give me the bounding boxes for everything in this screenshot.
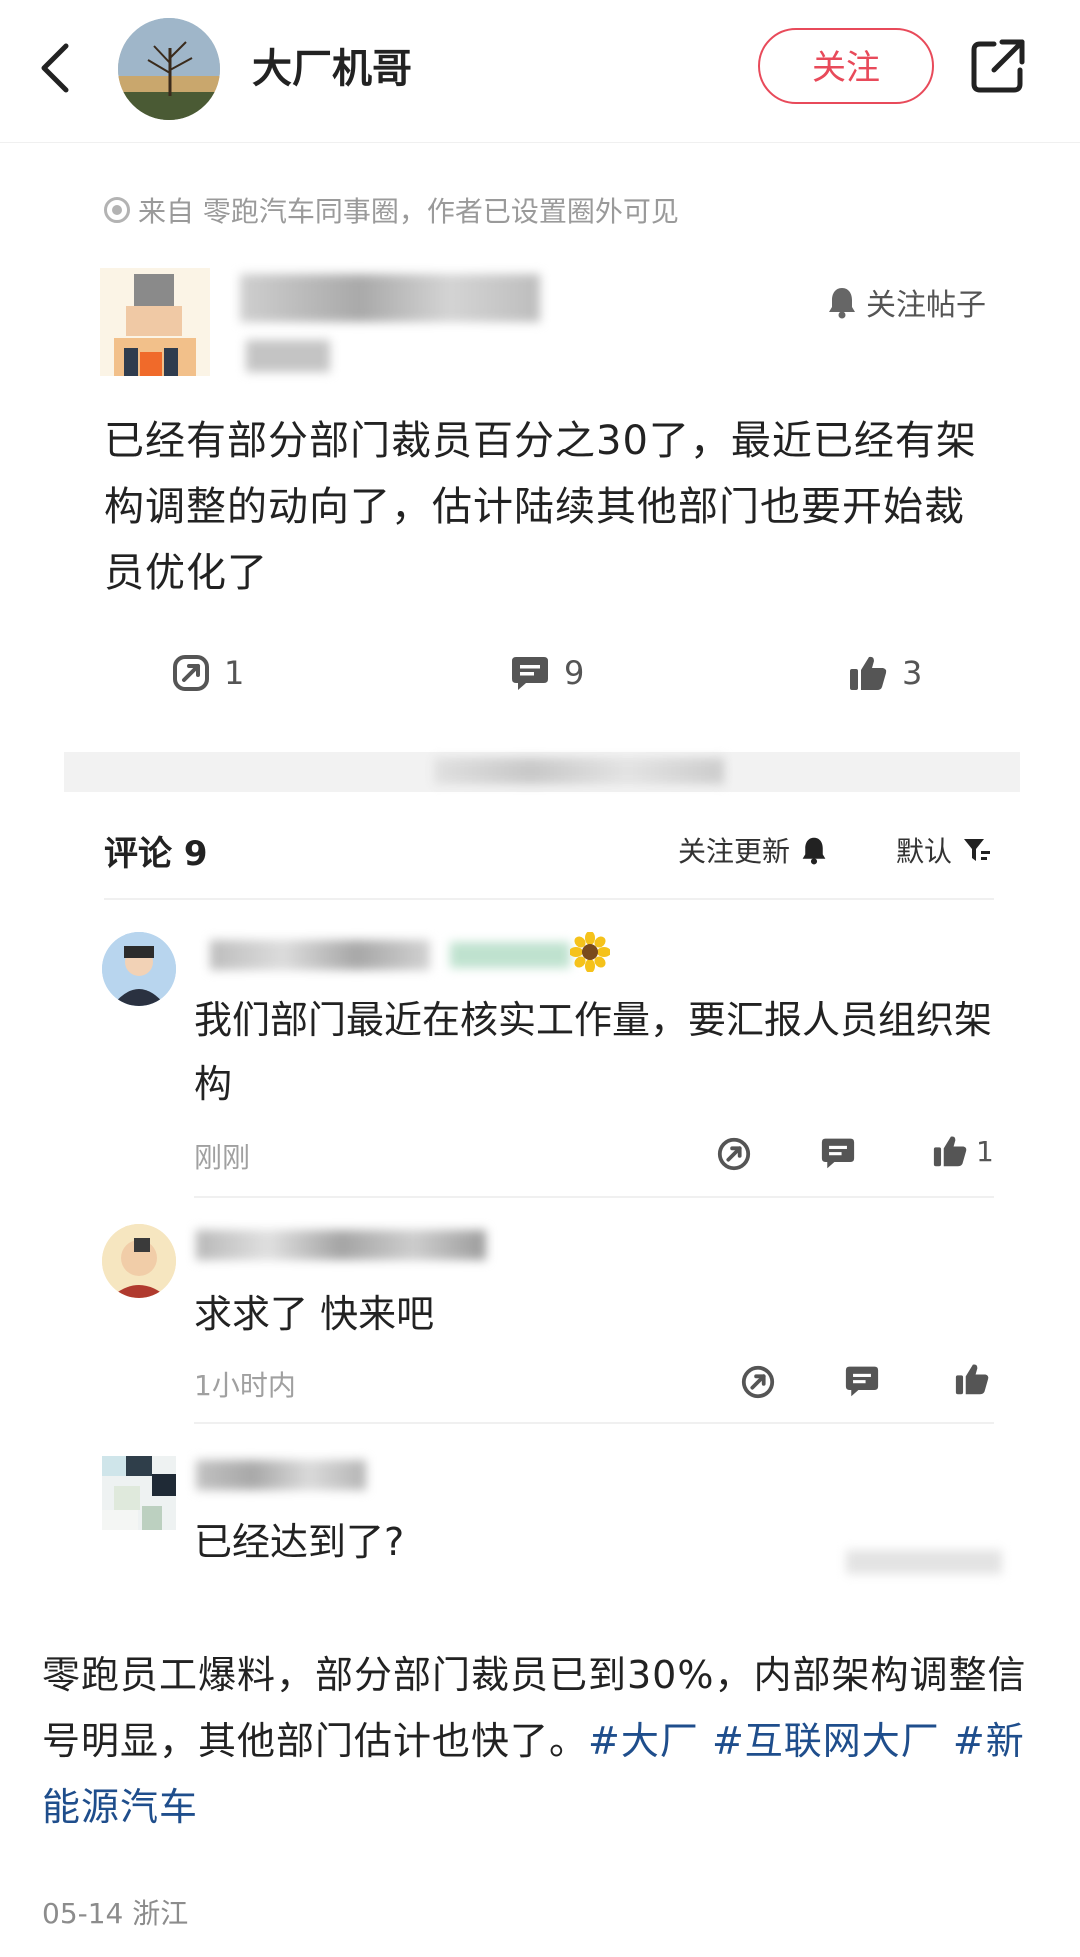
circle-source-line: 来自 零跑汽车同事圈，作者已设置圈外可见: [104, 190, 679, 230]
follow-post-label: 关注帖子: [866, 288, 986, 323]
sunflower-icon: [570, 932, 610, 972]
author-name[interactable]: 大厂机哥: [252, 36, 412, 94]
comment-avatar[interactable]: [102, 1456, 176, 1530]
poster-avatar[interactable]: [100, 268, 210, 376]
comment-avatar[interactable]: [102, 932, 176, 1006]
bell-icon: [829, 288, 855, 319]
follow-updates-button[interactable]: 关注更新: [678, 830, 828, 870]
comment-text: 我们部门最近在核实工作量，要汇报人员组织架构: [194, 998, 993, 1106]
author-avatar[interactable]: [118, 18, 220, 120]
comment-username-redacted: [196, 1460, 366, 1490]
hashtag[interactable]: #互联网大厂: [712, 1719, 940, 1763]
post-caption: 零跑员工爆料，部分部门裁员已到30%，内部架构调整信号明显，其他部门估计也快了。…: [42, 1642, 1042, 1840]
share-count: 1: [224, 654, 245, 692]
circle-icon: [104, 197, 130, 223]
comment-badge-redacted: [450, 942, 570, 968]
follow-button[interactable]: 关注: [758, 28, 934, 104]
sort-button[interactable]: 默认: [896, 830, 992, 870]
comment-text: 已经达到了?: [194, 1520, 405, 1564]
section-divider: [64, 752, 1020, 792]
comment-forward-icon[interactable]: [716, 1136, 752, 1172]
forward-icon: [173, 655, 209, 691]
bell-icon: [802, 837, 826, 865]
poster-meta-redacted: [246, 340, 330, 372]
hashtag[interactable]: #大厂: [588, 1719, 699, 1763]
poster-name-redacted: [240, 274, 540, 322]
post-date: 05-14: [42, 1897, 124, 1930]
comment-like-count: 1: [976, 1134, 994, 1168]
comment-like-button[interactable]: 1: [932, 1134, 994, 1168]
comment-icon: [512, 657, 548, 690]
follow-updates-label: 关注更新: [678, 835, 791, 868]
divider: [194, 1196, 994, 1198]
comment-username-redacted: [210, 940, 430, 970]
post-body: 已经有部分部门裁员百分之30了，最近已经有架构调整的动向了，估计陆续其他部门也要…: [104, 418, 977, 596]
follow-post-button[interactable]: 关注帖子: [826, 280, 986, 324]
divider: [194, 1422, 994, 1424]
comments-title: 评论 9: [104, 834, 208, 874]
post-meta: 05-14 浙江: [42, 1892, 188, 1932]
comment-username-redacted: [196, 1230, 486, 1260]
thumbs-up-icon: [933, 1136, 967, 1167]
thumbs-up-icon: [850, 656, 887, 690]
comment-reply-icon[interactable]: [844, 1364, 880, 1398]
post-location: 浙江: [132, 1897, 189, 1930]
comment-reply-icon[interactable]: [820, 1136, 856, 1170]
back-arrow-icon[interactable]: [36, 38, 76, 98]
comment-avatar[interactable]: [102, 1224, 176, 1298]
comment-count: 9: [564, 654, 585, 692]
filter-icon: [964, 839, 991, 861]
share-icon[interactable]: [968, 36, 1028, 96]
source-text: 来自 零跑汽车同事圈，作者已设置圈外可见: [138, 195, 679, 228]
comment-action[interactable]: 9: [510, 654, 584, 692]
share-action[interactable]: 1: [172, 654, 244, 692]
comment-time: 刚刚: [194, 1141, 251, 1174]
divider: [104, 898, 994, 900]
comment-text: 求求了 快来吧: [194, 1292, 435, 1336]
like-action[interactable]: 3: [848, 654, 922, 692]
sort-label: 默认: [896, 835, 953, 868]
like-count: 3: [902, 654, 923, 692]
comment-time: 1小时内: [194, 1369, 296, 1402]
comment-forward-icon[interactable]: [740, 1364, 776, 1400]
comment-like-icon[interactable]: [954, 1362, 990, 1396]
comment-meta-redacted: [846, 1550, 1002, 1574]
